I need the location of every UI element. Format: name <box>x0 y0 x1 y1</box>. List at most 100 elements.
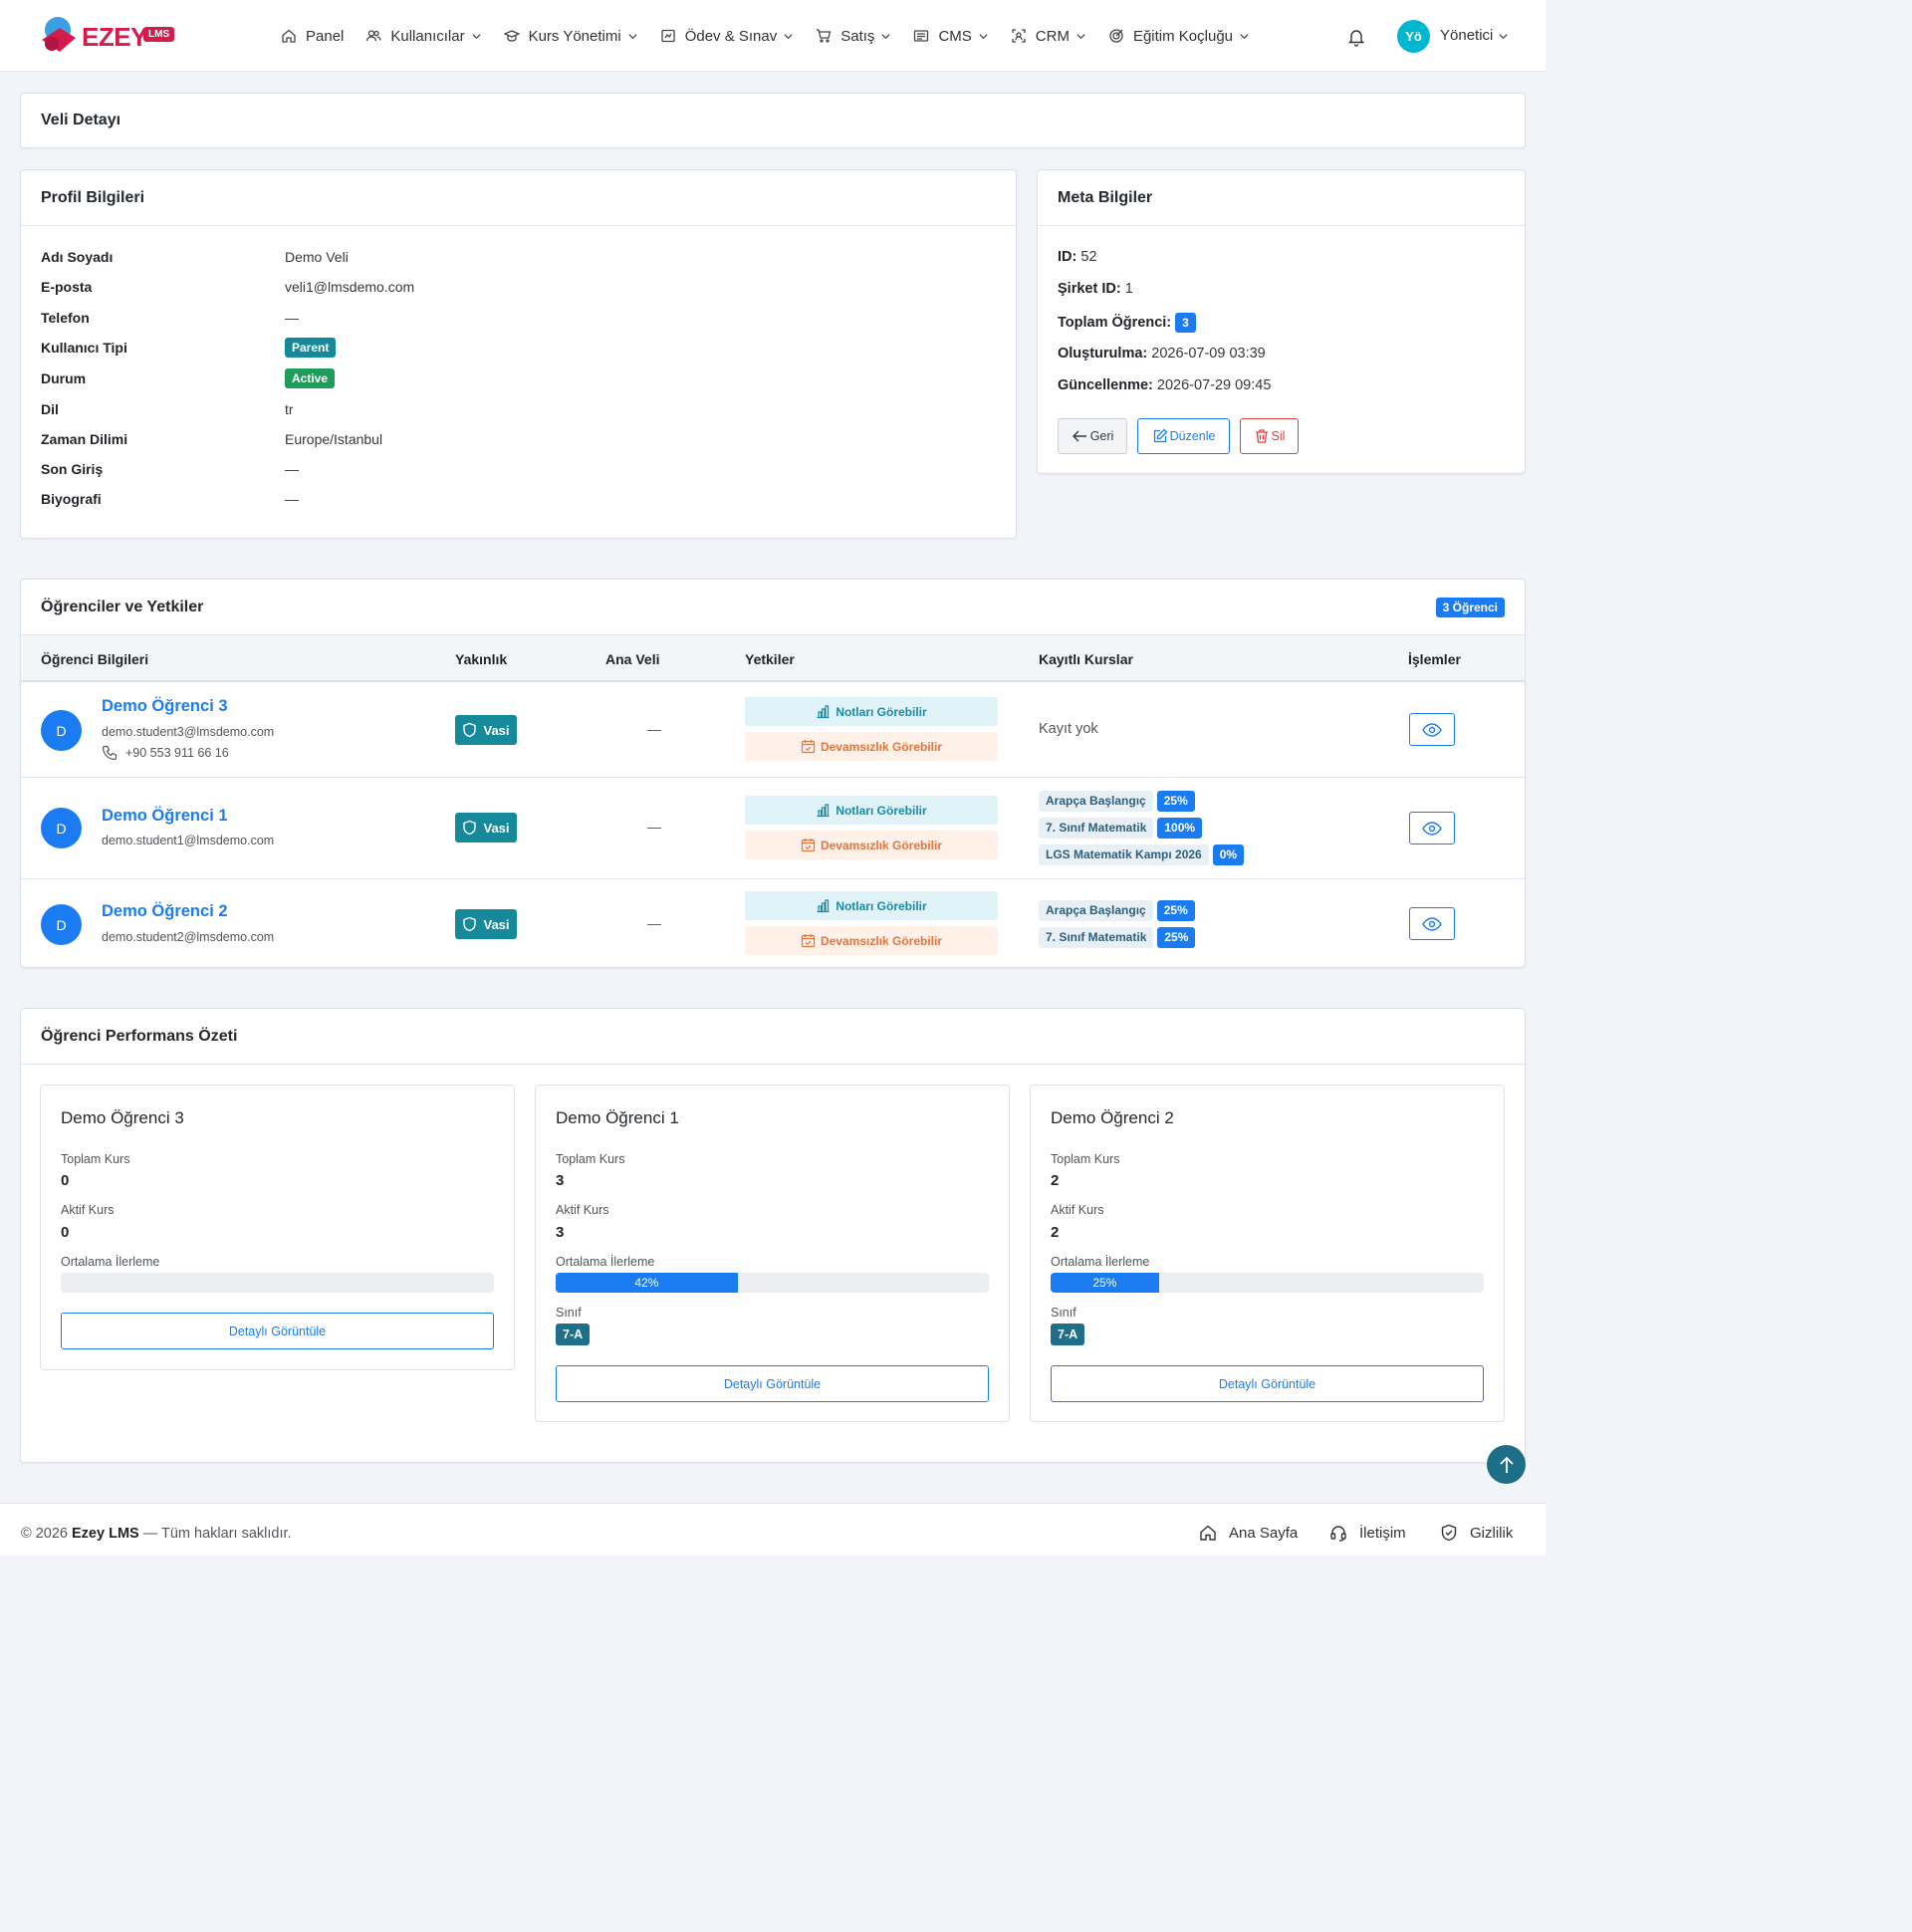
progress-bar-fill: 42% <box>556 1273 738 1293</box>
relation-badge: Vasi <box>455 813 517 843</box>
student-avatar: D <box>41 808 82 848</box>
student-count-badge: 3 Öğrenci <box>1435 597 1505 617</box>
meta-value: 1 <box>1124 281 1133 297</box>
view-details-button[interactable]: Detaylı Görüntüle <box>1051 1365 1484 1402</box>
user-avatar[interactable]: Yö <box>1397 20 1430 53</box>
field-label: Dil <box>41 401 59 417</box>
meta-card-header: Meta Bilgiler <box>1038 170 1525 226</box>
chevron-down-icon <box>1076 33 1085 39</box>
footer-rights: — Tüm hakları saklıdır. <box>142 1526 292 1542</box>
permission-grades: Notları Görebilir <box>745 796 998 825</box>
student-name-link[interactable]: Demo Öğrenci 1 <box>102 807 228 826</box>
graduation-cap-icon <box>503 30 520 42</box>
footer-link-contact[interactable]: İletişim <box>1329 1524 1406 1542</box>
progress-bar: 42% <box>556 1273 989 1293</box>
view-student-button[interactable] <box>1409 713 1455 746</box>
chevron-down-icon[interactable] <box>1498 31 1509 42</box>
relation-text: Vasi <box>483 722 510 738</box>
student-email: demo.student2@lmsdemo.com <box>102 930 275 944</box>
meta-value: 52 <box>1080 249 1097 265</box>
permission-text: Devamsızlık Görebilir <box>820 933 943 948</box>
brand-logo[interactable]: EZEY LMS <box>40 14 179 58</box>
nav-users[interactable]: Kullanıcılar <box>365 28 481 45</box>
permission-grades: Notları Görebilir <box>745 697 998 726</box>
user-menu-name[interactable]: Yönetici <box>1440 27 1493 44</box>
view-student-button[interactable] <box>1409 907 1455 940</box>
logo-text: EZEY <box>82 22 147 52</box>
perf-label: Ortalama İlerleme <box>61 1255 160 1269</box>
no-courses-text: Kayıt yok <box>1039 721 1098 737</box>
footer-link-privacy[interactable]: Gizlilik <box>1440 1524 1513 1542</box>
nav-coaching[interactable]: Eğitim Koçluğu <box>1108 28 1250 45</box>
nav-course-management[interactable]: Kurs Yönetimi <box>503 28 638 45</box>
shield-icon <box>463 820 477 836</box>
permission-text: Notları Görebilir <box>836 803 927 818</box>
chevron-down-icon <box>979 33 988 39</box>
crm-icon <box>1012 29 1026 43</box>
total-students-badge: 3 <box>1175 313 1196 333</box>
student-email: demo.student3@lmsdemo.com <box>102 725 275 739</box>
edit-icon <box>1153 428 1167 443</box>
student-name-link[interactable]: Demo Öğrenci 3 <box>102 697 228 716</box>
relation-text: Vasi <box>483 820 510 836</box>
class-badge: 7-A <box>1051 1324 1085 1345</box>
meta-created: Oluşturulma: 2026-07-09 03:39 <box>1058 346 1266 362</box>
nav-crm[interactable]: CRM <box>1011 28 1086 45</box>
footer: © 2026 Ezey LMS — Tüm hakları saklıdır. … <box>0 1503 1546 1556</box>
nav-panel[interactable]: Panel <box>281 28 344 45</box>
column-header: Ana Veli <box>605 651 660 667</box>
view-student-button[interactable] <box>1409 812 1455 845</box>
perf-active-courses: 3 <box>556 1224 565 1241</box>
headset-icon <box>1330 1526 1346 1542</box>
home-icon <box>282 29 296 43</box>
nav-sales[interactable]: Satış <box>816 28 891 45</box>
perf-label: Toplam Kurs <box>61 1152 130 1166</box>
logo-badge: LMS <box>143 27 175 42</box>
view-details-button[interactable]: Detaylı Görüntüle <box>556 1365 989 1402</box>
student-email: demo.student1@lmsdemo.com <box>102 834 275 847</box>
column-header: Yetkiler <box>745 651 795 667</box>
trash-icon <box>1255 429 1268 443</box>
primary-parent-value: — <box>647 819 661 835</box>
view-details-button[interactable]: Detaylı Görüntüle <box>61 1313 494 1349</box>
student-name-link[interactable]: Demo Öğrenci 2 <box>102 902 228 921</box>
nav-homework-exam[interactable]: Ödev & Sınav <box>660 28 795 45</box>
shield-icon <box>463 722 477 738</box>
course-tag: LGS Matematik Kampı 2026 0% <box>1039 844 1245 865</box>
field-label: Zaman Dilimi <box>41 431 128 447</box>
footer-brand: Ezey LMS <box>72 1526 139 1542</box>
delete-button[interactable]: Sil <box>1240 418 1299 454</box>
column-header: Kayıtlı Kurslar <box>1039 651 1133 667</box>
shield-check-icon <box>1441 1524 1457 1542</box>
footer-link-home[interactable]: Ana Sayfa <box>1199 1524 1298 1542</box>
back-button[interactable]: Geri <box>1058 418 1127 454</box>
calendar-check-icon <box>801 934 816 948</box>
cart-icon <box>817 29 832 43</box>
arrow-up-icon <box>1499 1456 1514 1473</box>
eye-icon <box>1422 722 1442 737</box>
bar-chart-icon <box>817 705 830 719</box>
course-name: Arapça Başlangıç <box>1039 790 1153 812</box>
nav-label: Kullanıcılar <box>390 27 465 45</box>
course-name: Arapça Başlangıç <box>1039 899 1153 921</box>
clipboard-icon <box>661 29 675 43</box>
perf-label: Toplam Kurs <box>556 1152 625 1166</box>
scroll-to-top-button[interactable] <box>1487 1445 1526 1484</box>
footer-link-label: İletişim <box>1359 1524 1406 1542</box>
table-row: D Demo Öğrenci 3 demo.student3@lmsdemo.c… <box>21 683 1525 778</box>
perf-total-courses: 2 <box>1051 1172 1060 1189</box>
edit-button[interactable]: Düzenle <box>1137 418 1230 454</box>
eye-icon <box>1422 821 1442 836</box>
bell-icon[interactable] <box>1346 27 1366 47</box>
progress-bar <box>61 1273 494 1293</box>
table-row: D Demo Öğrenci 1 demo.student1@lmsdemo.c… <box>21 777 1525 878</box>
course-progress: 100% <box>1157 817 1203 839</box>
permission-attendance: Devamsızlık Görebilir <box>745 831 998 859</box>
chevron-down-icon <box>628 33 637 39</box>
column-header: İşlemler <box>1408 651 1461 667</box>
nav-cms[interactable]: CMS <box>913 28 988 45</box>
perf-label: Sınıf <box>1051 1306 1076 1320</box>
column-header: Öğrenci Bilgileri <box>41 651 149 667</box>
table-row: D Demo Öğrenci 2 demo.student2@lmsdemo.c… <box>21 878 1525 967</box>
class-badge: 7-A <box>556 1324 591 1345</box>
